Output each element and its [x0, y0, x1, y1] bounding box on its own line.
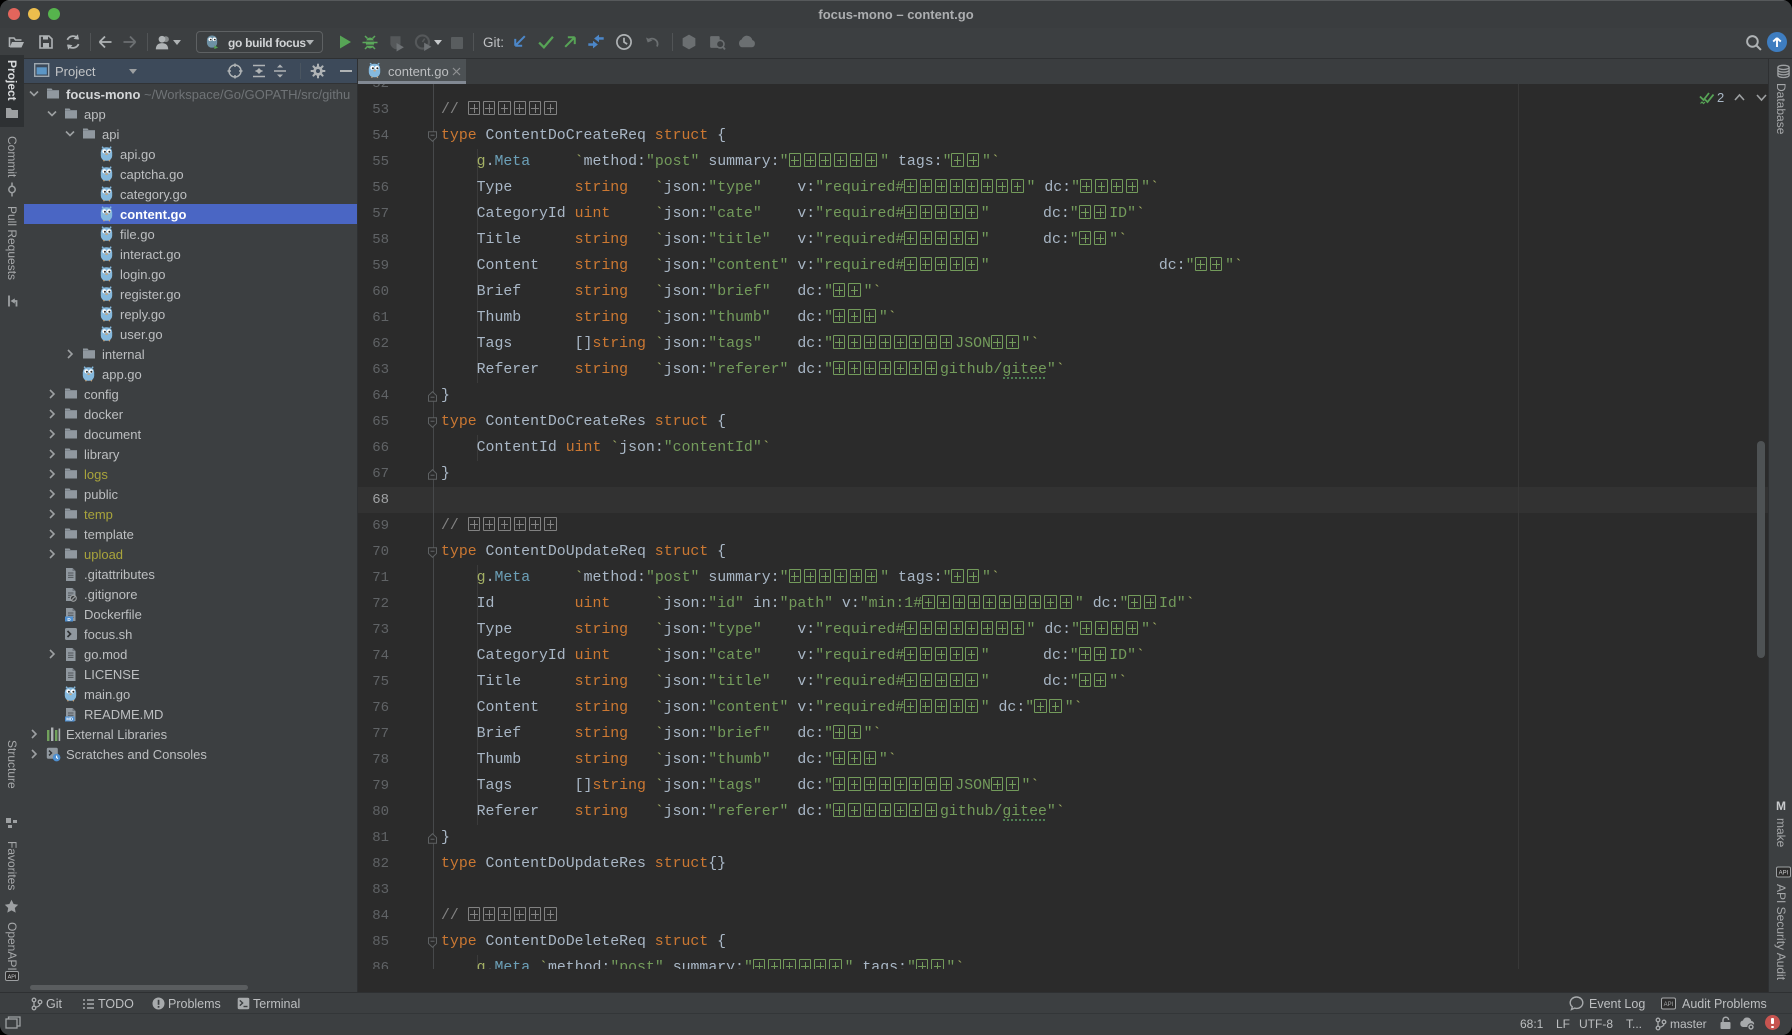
- svg-text:API: API: [1664, 1002, 1674, 1008]
- svg-text:API: API: [1779, 871, 1789, 877]
- svg-text:MD: MD: [66, 717, 73, 722]
- svg-text:API: API: [8, 975, 17, 981]
